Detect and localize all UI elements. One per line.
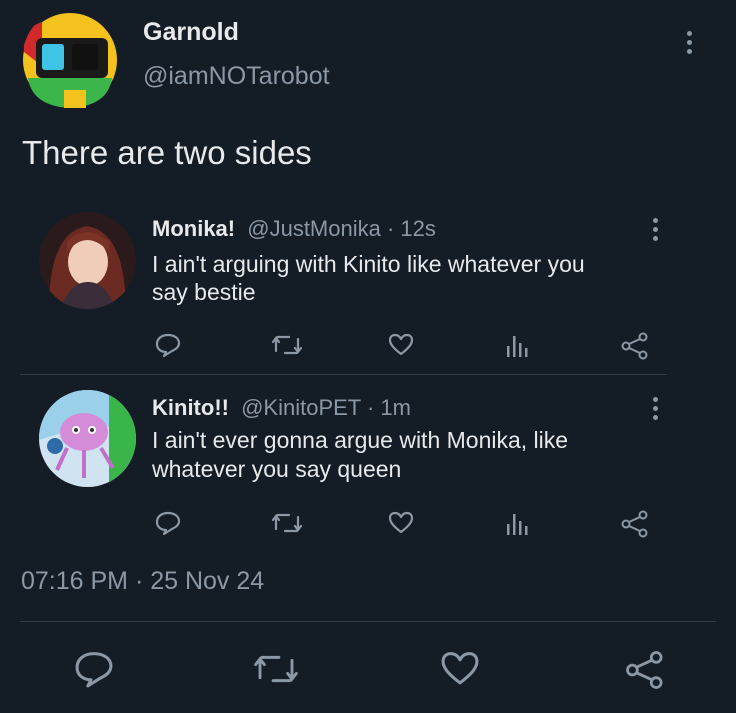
heart-icon[interactable] [388,511,414,535]
more-vertical-icon[interactable] [652,397,658,420]
retweet-icon[interactable] [254,653,298,685]
share-icon[interactable] [620,510,650,538]
retweet-icon[interactable] [272,334,302,356]
heart-icon[interactable] [440,650,480,688]
speech-bubble-icon[interactable] [155,511,181,535]
reply-avatar[interactable] [39,212,136,309]
reply-text-line: I ain't arguing with Kinito like whateve… [152,251,585,277]
author-name[interactable]: Garnold [143,18,239,47]
speech-bubble-icon[interactable] [74,650,114,688]
author-avatar[interactable] [22,8,118,112]
divider [20,374,667,375]
reply-author-meta[interactable]: @JustMonika · 12s [247,216,436,241]
author-handle[interactable]: @iamNOTarobot [143,62,330,91]
reply-header: Monika! @JustMonika · 12s [152,216,436,242]
reply-author-meta[interactable]: @KinitoPET · 1m [241,395,411,420]
reply-text-line: I ain't ever gonna argue with Monika, li… [152,427,569,453]
share-icon[interactable] [620,332,650,360]
reply-header: Kinito!! @KinitoPET · 1m [152,395,411,421]
tweet-timestamp[interactable]: 07:16 PM · 25 Nov 24 [21,567,264,596]
reply-text-line: say bestie [152,279,256,305]
bar-chart-icon[interactable] [506,334,528,358]
heart-icon[interactable] [388,333,414,357]
tweet-text: There are two sides [22,134,312,171]
reply-text: I ain't ever gonna argue with Monika, li… [152,426,568,484]
reply-avatar[interactable] [39,390,136,487]
more-vertical-icon[interactable] [686,31,692,54]
bar-chart-icon[interactable] [506,512,528,536]
reply-text: I ain't arguing with Kinito like whateve… [152,250,585,306]
divider [20,621,716,622]
retweet-icon[interactable] [272,512,302,534]
more-vertical-icon[interactable] [652,218,658,241]
reply-author-name[interactable]: Monika! [152,216,235,241]
reply-author-name[interactable]: Kinito!! [152,395,229,420]
speech-bubble-icon[interactable] [155,333,181,357]
reply-text-line: whatever you say queen [152,456,402,482]
share-icon[interactable] [624,650,666,690]
